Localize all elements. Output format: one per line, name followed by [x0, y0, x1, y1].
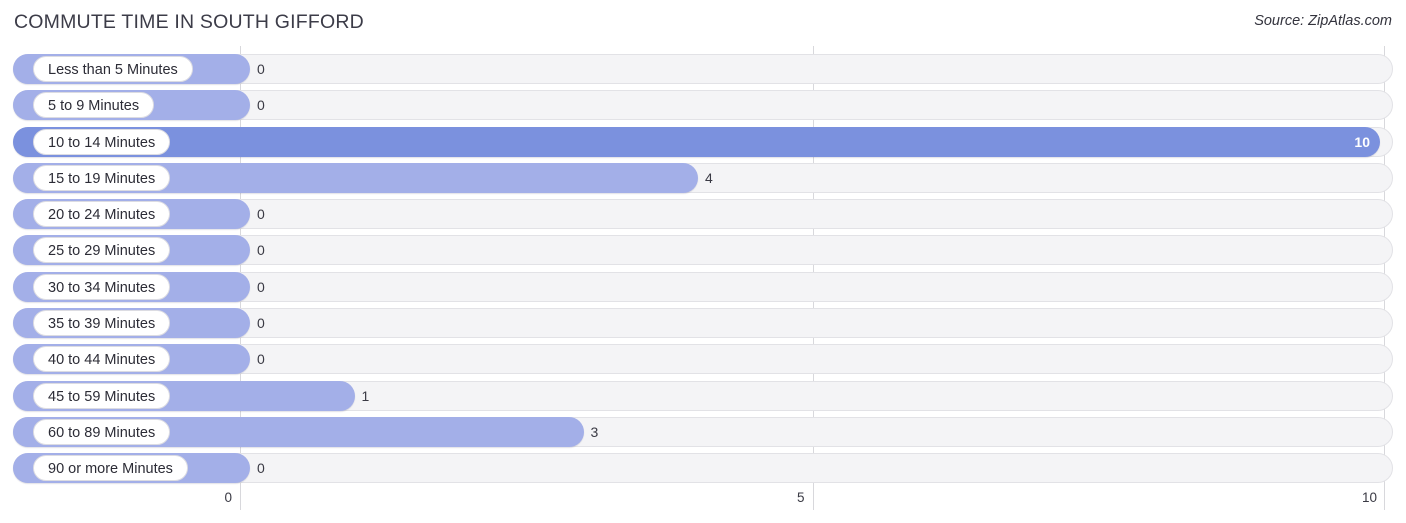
source-attribution: Source: ZipAtlas.com	[1254, 13, 1392, 29]
chart-row: 90 or more Minutes 0	[0, 453, 1406, 484]
bar-value-label: 0	[257, 61, 265, 77]
bar-value-label: 0	[257, 97, 265, 114]
category-label: 25 to 29 Minutes	[33, 237, 171, 264]
page-title: COMMUTE TIME IN SOUTH GIFFORD	[14, 11, 364, 33]
chart-row: 25 to 29 Minutes 0	[0, 235, 1406, 266]
chart-row: 35 to 39 Minutes 0	[0, 307, 1406, 338]
chart-header: COMMUTE TIME IN SOUTH GIFFORD Source: Zi…	[0, 0, 1406, 46]
chart-row: 5 to 9 Minutes 0	[0, 90, 1406, 121]
category-label: 5 to 9 Minutes	[33, 92, 155, 119]
axis-tick-label: 5	[796, 490, 805, 505]
axis-tick-label: 10	[1361, 490, 1377, 505]
category-label: 35 to 39 Minutes	[33, 309, 171, 336]
bar-value-label: 1	[361, 387, 370, 404]
bar-value-label: 3	[590, 423, 599, 440]
chart-row: 30 to 34 Minutes 0	[0, 271, 1406, 302]
chart-row: 20 to 24 Minutes 0	[0, 199, 1406, 230]
bar-value-label: 10	[1354, 133, 1370, 150]
x-axis: 0 5 10	[0, 488, 1406, 523]
bar-value-label: 4	[705, 169, 713, 186]
chart-row: 10 to 14 Minutes 10	[0, 126, 1406, 157]
category-label: 30 to 34 Minutes	[33, 273, 171, 300]
chart-row: 40 to 44 Minutes 0	[0, 344, 1406, 375]
chart-row: 45 to 59 Minutes 1	[0, 380, 1406, 411]
axis-tick-label: 0	[224, 490, 232, 505]
axis-tick-mark	[1384, 488, 1385, 510]
category-label: 60 to 89 Minutes	[33, 418, 171, 445]
category-label: 90 or more Minutes	[33, 455, 188, 482]
chart-plot-area: Less than 5 Minutes 0 5 to 9 Minutes 0 10 to…	[0, 46, 1406, 488]
category-label: 20 to 24 Minutes	[33, 201, 171, 228]
bar-value-label: 0	[257, 206, 265, 223]
chart-row: 15 to 19 Minutes 4	[0, 162, 1406, 193]
chart-row: 60 to 89 Minutes 3	[0, 416, 1406, 447]
bar-3[interactable]	[13, 126, 1380, 157]
bar-value-label: 0	[257, 242, 265, 259]
bar-value-label: 0	[257, 314, 265, 331]
axis-tick-mark	[812, 488, 814, 510]
category-label: 10 to 14 Minutes	[33, 128, 171, 155]
bar-value-label: 0	[257, 460, 265, 477]
chart-bar-rows: Less than 5 Minutes 0 5 to 9 Minutes 0 10 to…	[0, 46, 1406, 488]
category-label: 45 to 59 Minutes	[33, 382, 171, 409]
chart-row: Less than 5 Minutes 0	[0, 54, 1406, 84]
axis-tick-mark	[240, 488, 241, 510]
bar-value-label: 0	[257, 278, 265, 295]
bar-value-label: 0	[257, 351, 265, 368]
category-label: Less than 5 Minutes	[33, 56, 193, 82]
category-label: 15 to 19 Minutes	[33, 164, 171, 191]
category-label: 40 to 44 Minutes	[33, 346, 171, 373]
